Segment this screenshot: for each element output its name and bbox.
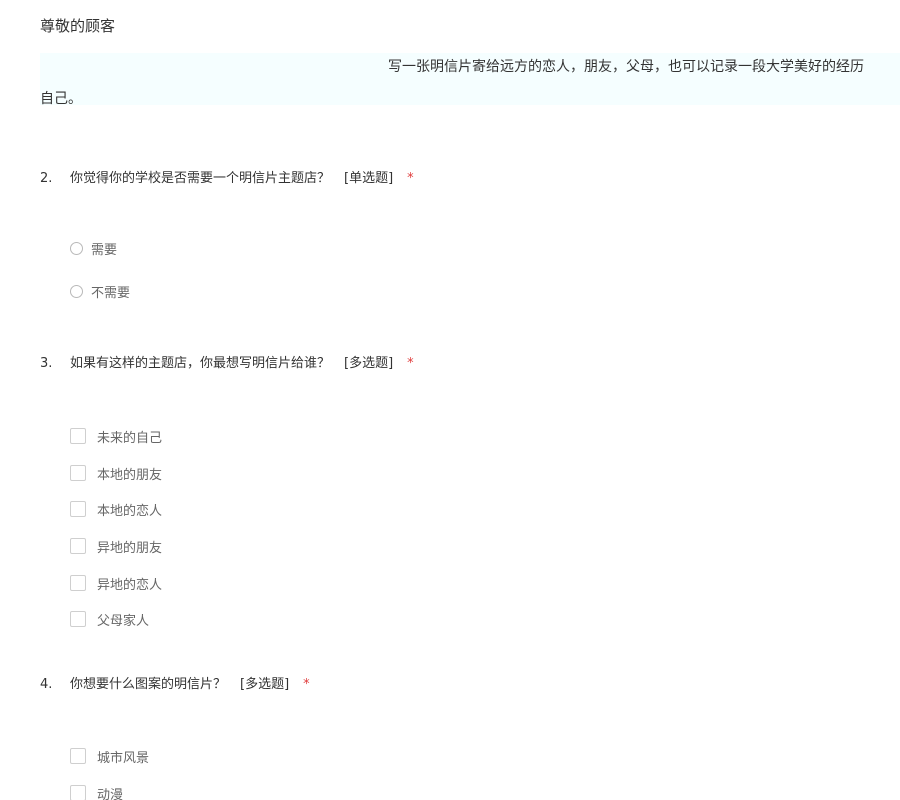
radio-button-icon[interactable]	[70, 241, 83, 255]
greeting-text: 尊敬的顾客	[40, 17, 116, 35]
option-label: 不需要	[91, 285, 131, 301]
question-2-title: 2. 你觉得你的学校是否需要一个明信片主题店？ [单选题] *	[40, 169, 414, 189]
option-label: 城市风景	[97, 750, 150, 766]
q4-option-city-scenery[interactable]: 城市风景	[70, 746, 149, 766]
option-label: 父母家人	[97, 613, 150, 629]
option-label: 需要	[91, 242, 118, 258]
option-label: 动漫	[97, 787, 124, 800]
question-text: 你觉得你的学校是否需要一个明信片主题店？	[70, 171, 331, 186]
option-label: 未来的自己	[97, 430, 163, 446]
option-label: 本地的恋人	[97, 503, 163, 519]
question-text: 如果有这样的主题店，你最想写明信片给谁？	[70, 356, 331, 371]
question-type-label: [多选题]	[240, 677, 290, 692]
option-label: 异地的恋人	[97, 577, 163, 593]
checkbox-icon[interactable]	[70, 465, 86, 481]
checkbox-icon[interactable]	[70, 501, 86, 517]
question-text: 你想要什么图案的明信片？	[70, 677, 227, 692]
q2-option-need[interactable]: 需要	[70, 238, 117, 258]
survey-page: 尊敬的顾客 写一张明信片寄给远方的恋人，朋友，父母，也可以记录一段大学美好的经历…	[0, 0, 900, 800]
checkbox-icon[interactable]	[70, 611, 86, 627]
question-type-label: [多选题]	[344, 356, 394, 371]
q2-option-no-need[interactable]: 不需要	[70, 281, 130, 301]
checkbox-icon[interactable]	[70, 748, 86, 764]
required-marker: *	[303, 677, 310, 692]
q3-option-local-friends[interactable]: 本地的朋友	[70, 463, 162, 483]
intro-line-1: 写一张明信片寄给远方的恋人，朋友，父母，也可以记录一段大学美好的经历	[388, 59, 864, 75]
question-type-label: [单选题]	[344, 171, 394, 186]
q3-option-remote-lover[interactable]: 异地的恋人	[70, 573, 162, 593]
checkbox-icon[interactable]	[70, 428, 86, 444]
question-number: 2.	[40, 171, 53, 186]
q3-option-future-self[interactable]: 未来的自己	[70, 426, 162, 446]
question-number: 4.	[40, 677, 53, 692]
required-marker: *	[407, 171, 414, 186]
question-4-title: 4. 你想要什么图案的明信片？ [多选题] *	[40, 675, 310, 695]
radio-button-icon[interactable]	[70, 284, 83, 298]
intro-paragraph: 写一张明信片寄给远方的恋人，朋友，父母，也可以记录一段大学美好的经历 自己。	[40, 53, 900, 107]
checkbox-icon[interactable]	[70, 785, 86, 800]
checkbox-icon[interactable]	[70, 575, 86, 591]
question-3-title: 3. 如果有这样的主题店，你最想写明信片给谁？ [多选题] *	[40, 354, 414, 374]
option-label: 异地的朋友	[97, 540, 163, 556]
q4-option-anime[interactable]: 动漫	[70, 783, 123, 800]
intro-line-2: 自己。	[40, 91, 82, 107]
question-number: 3.	[40, 356, 53, 371]
q3-option-remote-friends[interactable]: 异地的朋友	[70, 536, 162, 556]
q3-option-local-lover[interactable]: 本地的恋人	[70, 499, 162, 519]
required-marker: *	[407, 356, 414, 371]
option-label: 本地的朋友	[97, 467, 163, 483]
q3-option-family[interactable]: 父母家人	[70, 609, 149, 629]
checkbox-icon[interactable]	[70, 538, 86, 554]
